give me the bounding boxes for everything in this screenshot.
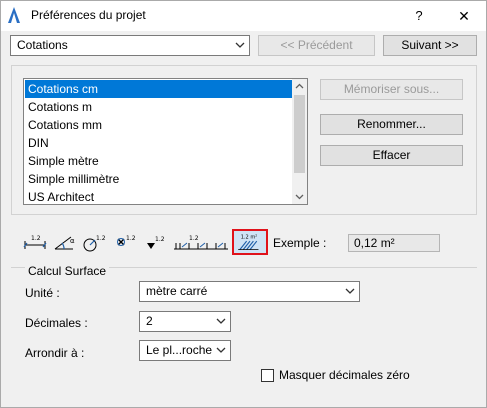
level-dimension-icon[interactable]: 1.2 [111,231,139,253]
svg-text:α: α [70,237,75,245]
archicad-app-icon [8,7,20,23]
scrollbar-thumb[interactable] [294,95,305,173]
unit-select-value: mètre carré [146,284,208,298]
save-as-button[interactable]: Mémoriser sous... [320,79,463,100]
radial-dimension-icon[interactable]: 1.2 [81,231,109,253]
unit-label: Unité : [25,286,60,300]
chevron-down-icon [235,42,245,48]
decimals-label: Décimales : [25,316,88,330]
svg-text:1.2 m²: 1.2 m² [241,235,258,241]
hide-zero-decimals-label[interactable]: Masquer décimales zéro [279,368,410,382]
list-item[interactable]: Simple mètre [25,152,293,170]
angle-dimension-icon[interactable]: α [51,231,79,253]
svg-text:1.2: 1.2 [126,235,136,242]
rounding-label: Arrondir à : [25,346,85,360]
section-title: Calcul Surface [25,264,110,278]
previous-button[interactable]: << Précédent [258,35,375,56]
elevation-dimension-icon[interactable]: 1.2 [141,231,169,253]
window-title: Préférences du projet [31,8,146,22]
scroll-up-arrow-icon[interactable] [292,79,307,94]
example-value: 0,12 m² [348,234,440,252]
example-label: Exemple : [273,236,327,250]
list-scrollbar[interactable] [292,79,307,204]
svg-text:1.2: 1.2 [31,235,41,242]
rounding-select-value: Le pl...roche [146,343,213,357]
unit-select[interactable]: mètre carré [139,281,360,302]
hide-zero-decimals-checkbox[interactable] [261,369,274,382]
close-button[interactable]: ✕ [449,5,479,27]
rounding-select[interactable]: Le pl...roche [139,340,231,361]
svg-text:1.2: 1.2 [96,235,106,242]
next-button[interactable]: Suivant >> [383,35,477,56]
door-window-dimension-icon[interactable]: 1.2 [171,231,231,253]
list-item[interactable]: Cotations m [25,98,293,116]
title-bar: Préférences du projet ? ✕ [1,1,486,31]
preferences-dialog: Préférences du projet ? ✕ Cotations << P… [0,0,487,408]
area-dimension-icon[interactable]: 1.2 m² [232,229,268,255]
svg-text:1.2: 1.2 [189,235,199,242]
category-select-value: Cotations [17,38,68,52]
rename-button[interactable]: Renommer... [320,114,463,135]
svg-text:1.2: 1.2 [155,236,165,243]
category-select[interactable]: Cotations [10,35,250,56]
linear-dimension-icon[interactable]: 1.2 [21,231,49,253]
chevron-down-icon [216,318,226,324]
chevron-down-icon [345,288,355,294]
list-item[interactable]: Simple millimètre [25,170,293,188]
list-item[interactable]: US Architect [25,188,293,204]
presets-listbox[interactable]: Cotations cm Cotations m Cotations mm DI… [23,78,308,205]
list-item[interactable]: DIN [25,134,293,152]
help-button[interactable]: ? [404,5,434,27]
list-item[interactable]: Cotations cm [25,80,293,98]
decimals-select-value: 2 [146,314,153,328]
scroll-down-arrow-icon[interactable] [292,189,307,204]
chevron-down-icon [216,347,226,353]
delete-button[interactable]: Effacer [320,145,463,166]
decimals-select[interactable]: 2 [139,311,231,332]
list-item[interactable]: Cotations mm [25,116,293,134]
